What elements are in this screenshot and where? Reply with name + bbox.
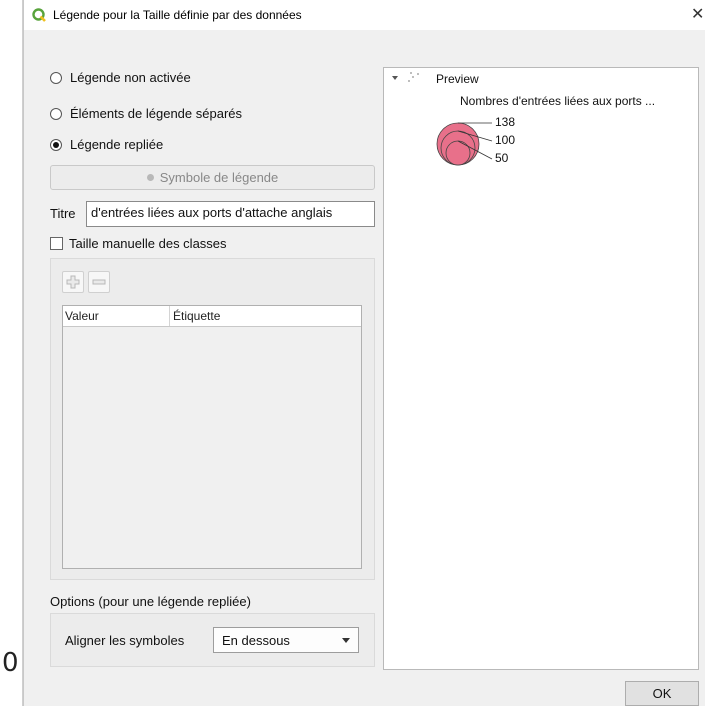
- remove-class-button[interactable]: [88, 271, 110, 293]
- background-text: 0: [2, 648, 19, 678]
- legend-value-large: 138: [495, 115, 516, 129]
- align-symbols-label: Aligner les symboles: [65, 633, 185, 648]
- radio-circle[interactable]: [50, 107, 62, 120]
- preview-layer-icon: [408, 72, 419, 82]
- symbol-dot-icon: [146, 174, 154, 181]
- collapse-arrow-icon[interactable]: [392, 76, 398, 80]
- title-label: Titre: [50, 206, 76, 221]
- radio-legend-disabled[interactable]: Légende non activée: [50, 70, 191, 85]
- legend-value-small: 50: [495, 151, 509, 165]
- radio-collapsed-legend[interactable]: Légende repliée: [50, 137, 163, 152]
- ok-button[interactable]: OK: [625, 681, 699, 706]
- manual-classes-label: Taille manuelle des classes: [69, 236, 227, 251]
- radio-circle-selected[interactable]: [50, 138, 62, 151]
- radio-label: Légende non activée: [70, 70, 191, 85]
- radio-circle[interactable]: [50, 71, 62, 84]
- preview-panel: Preview Nombres d'entrées liées aux port…: [383, 67, 699, 670]
- chevron-down-icon: [342, 638, 350, 643]
- options-label: Options (pour une légende repliée): [50, 594, 251, 609]
- align-symbols-value: En dessous: [222, 633, 290, 648]
- manual-classes-group: Valeur Étiquette: [50, 258, 375, 580]
- manual-classes-checkbox[interactable]: [50, 237, 63, 250]
- manual-classes-checkbox-row[interactable]: Taille manuelle des classes: [50, 236, 227, 251]
- radio-label: Éléments de légende séparés: [70, 106, 243, 121]
- options-group: Aligner les symboles En dessous: [50, 613, 375, 667]
- minus-icon: [92, 279, 106, 285]
- background-window: [0, 0, 24, 706]
- classes-table[interactable]: Valeur Étiquette: [62, 305, 362, 569]
- plus-icon: [66, 275, 80, 289]
- legend-symbol-label: Symbole de légende: [159, 170, 279, 185]
- qgis-icon: [32, 8, 46, 22]
- title-input[interactable]: d'entrées liées aux ports d'attache angl…: [86, 201, 375, 227]
- align-symbols-dropdown[interactable]: En dessous: [213, 627, 359, 653]
- window-title: Légende pour la Taille définie par des d…: [53, 8, 302, 22]
- column-header-value[interactable]: Valeur: [65, 309, 99, 323]
- legend-value-medium: 100: [495, 133, 516, 147]
- title-bar: Légende pour la Taille définie par des d…: [24, 0, 705, 30]
- column-header-label[interactable]: Étiquette: [173, 309, 220, 323]
- preview-legend-title: Nombres d'entrées liées aux ports ...: [460, 94, 656, 108]
- close-button[interactable]: ✕: [691, 4, 704, 24]
- table-header: Valeur Étiquette: [63, 306, 361, 327]
- size-circle-small: [445, 140, 471, 166]
- legend-symbol-button[interactable]: Symbole de légende: [50, 165, 375, 190]
- radio-label: Légende repliée: [70, 137, 164, 152]
- add-class-button[interactable]: [62, 271, 84, 293]
- column-divider: [169, 306, 170, 326]
- preview-label: Preview: [436, 72, 479, 86]
- legend-dialog: Légende pour la Taille définie par des d…: [23, 0, 705, 706]
- radio-separate-items[interactable]: Éléments de légende séparés: [50, 106, 242, 121]
